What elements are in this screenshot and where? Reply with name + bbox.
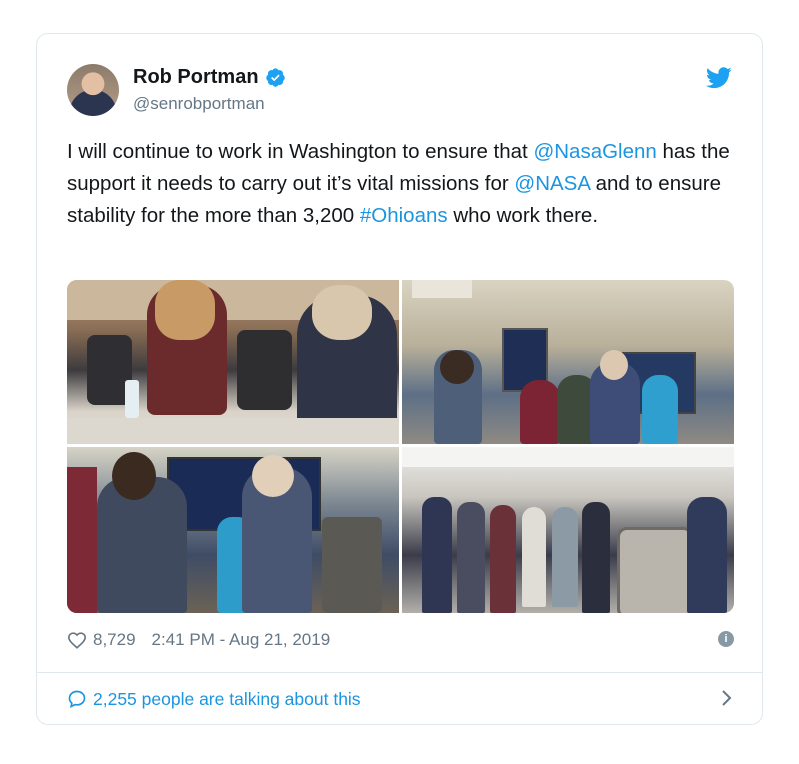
photo-shape bbox=[440, 350, 474, 384]
photo-shape bbox=[490, 505, 516, 613]
avatar[interactable] bbox=[67, 64, 119, 116]
tweet-card: Rob Portman @senrobportman I will contin… bbox=[36, 33, 763, 725]
photo-shape bbox=[252, 455, 294, 497]
photo-lab-handshake[interactable] bbox=[402, 280, 734, 444]
conversation-text[interactable]: 2,255 people are talking about this bbox=[93, 689, 361, 710]
timestamp[interactable]: 2:41 PM - Aug 21, 2019 bbox=[152, 630, 331, 650]
photo-shape bbox=[155, 280, 215, 340]
speech-bubble-icon bbox=[68, 690, 86, 709]
verified-badge-icon bbox=[265, 68, 285, 87]
photo-shape bbox=[237, 330, 292, 410]
tweet-text-segment: I will continue to work in Washington to… bbox=[67, 140, 534, 163]
hashtag-ohioans-link[interactable]: #Ohioans bbox=[360, 204, 448, 227]
author-name[interactable]: Rob Portman bbox=[133, 66, 259, 89]
like-count[interactable]: 8,729 bbox=[93, 630, 136, 650]
photo-meeting-table[interactable] bbox=[67, 280, 399, 444]
photo-shape bbox=[412, 280, 472, 298]
chevron-right-icon[interactable] bbox=[720, 688, 734, 708]
author-name-row[interactable]: Rob Portman bbox=[133, 66, 286, 89]
photo-shape bbox=[112, 452, 156, 500]
photo-shape bbox=[422, 497, 452, 613]
author-handle[interactable]: @senrobportman bbox=[133, 94, 265, 114]
photo-lab-demo[interactable] bbox=[67, 447, 399, 613]
tweet-text-segment: who work there. bbox=[447, 204, 599, 227]
tweet-footer: 8,729 2:41 PM - Aug 21, 2019 i bbox=[67, 628, 734, 652]
photo-shape bbox=[582, 502, 610, 613]
photo-shape bbox=[600, 350, 628, 380]
photo-grid bbox=[67, 280, 734, 613]
tweet-text: I will continue to work in Washington to… bbox=[67, 136, 732, 232]
divider bbox=[37, 672, 762, 673]
mention-nasaglenn-link[interactable]: @NasaGlenn bbox=[533, 140, 656, 163]
mention-nasa-link[interactable]: @NASA bbox=[514, 172, 590, 195]
photo-shape bbox=[322, 517, 382, 613]
photo-shape bbox=[617, 527, 693, 613]
photo-shape bbox=[552, 507, 578, 607]
photo-shape bbox=[642, 375, 678, 444]
photo-shape bbox=[67, 467, 97, 613]
photo-shape bbox=[125, 380, 139, 418]
twitter-bird-icon[interactable] bbox=[706, 67, 732, 89]
photo-shape bbox=[457, 502, 485, 613]
photo-shape bbox=[402, 447, 734, 467]
photo-shape bbox=[312, 285, 372, 340]
conversation-link[interactable]: 2,255 people are talking about this bbox=[67, 685, 734, 713]
info-icon[interactable]: i bbox=[718, 631, 734, 647]
photo-group-robot[interactable] bbox=[402, 447, 734, 613]
photo-shape bbox=[520, 380, 560, 444]
photo-shape bbox=[687, 497, 727, 613]
photo-shape bbox=[67, 418, 399, 444]
photo-shape bbox=[522, 507, 546, 607]
heart-icon[interactable] bbox=[67, 631, 87, 649]
